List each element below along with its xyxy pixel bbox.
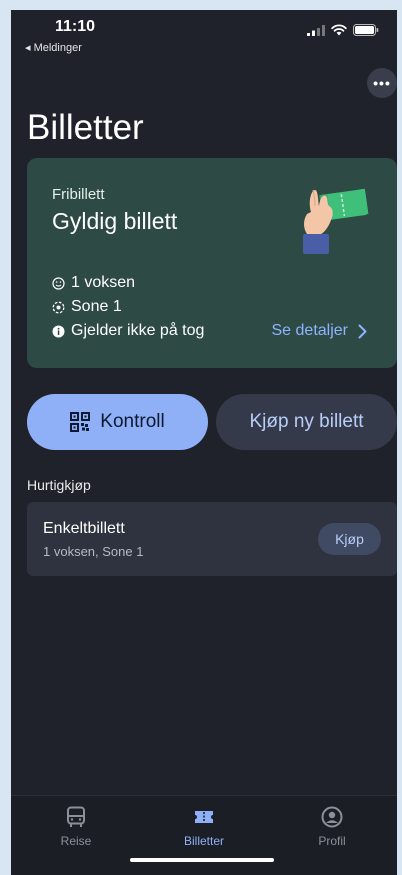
quick-buy-button[interactable]: Kjøp (318, 523, 381, 555)
more-options-button[interactable]: ••• (367, 68, 397, 98)
active-ticket-card[interactable]: Fribillett Gyldig billett 1 voksen Sone (27, 158, 397, 368)
qr-code-icon (70, 412, 91, 432)
train-notice-text: Gjelder ikke på tog (71, 322, 205, 339)
person-smile-icon (52, 276, 65, 290)
kontroll-label: Kontroll (100, 411, 165, 432)
chevron-right-icon (358, 324, 367, 338)
ticket-type: Fribillett (52, 186, 105, 203)
bus-icon (67, 806, 85, 827)
app-screen: 11:10 ◂ Meldinger ••• Billetter Fribille… (11, 10, 397, 875)
battery-icon (353, 24, 379, 36)
wifi-icon (331, 24, 347, 36)
kontroll-button[interactable]: Kontroll (27, 394, 208, 450)
buy-new-ticket-button[interactable]: Kjøp ny billett (216, 394, 397, 450)
status-bar: 11:10 ◂ Meldinger (11, 10, 397, 60)
back-to-app-link[interactable]: ◂ Meldinger (25, 41, 82, 54)
signal-icon (307, 24, 325, 36)
tab-bar: Reise Billetter Profil (11, 795, 397, 875)
see-details-link[interactable]: Se detaljer (272, 322, 368, 340)
train-notice: Gjelder ikke på tog (52, 322, 204, 340)
see-details-label: Se detaljer (271, 322, 349, 339)
profile-icon (321, 806, 343, 828)
quick-buy-item-name: Enkeltbillett (43, 520, 125, 537)
zone-icon (52, 301, 65, 314)
ticket-icon (195, 811, 213, 823)
buy-new-ticket-label: Kjøp ny billett (249, 411, 364, 432)
quick-buy-item[interactable]: Enkeltbillett 1 voksen, Sone 1 Kjøp (27, 502, 397, 576)
tab-billetter[interactable]: Billetter (154, 806, 254, 848)
hand-holding-ticket-icon (303, 188, 369, 254)
tab-profil-label: Profil (318, 834, 346, 848)
zone-text: Sone 1 (71, 298, 122, 315)
zone-info: Sone 1 (52, 298, 122, 316)
ticket-status: Gyldig billett (52, 208, 178, 234)
status-icons (307, 24, 379, 36)
passenger-info: 1 voksen (52, 274, 135, 292)
tab-profil[interactable]: Profil (282, 806, 382, 848)
home-indicator[interactable] (130, 858, 274, 862)
tab-reise[interactable]: Reise (26, 806, 126, 848)
info-icon (52, 325, 65, 338)
status-time: 11:10 (55, 18, 96, 35)
tab-billetter-label: Billetter (183, 834, 224, 848)
passenger-text: 1 voksen (71, 274, 136, 291)
page-title: Billetter (27, 108, 144, 147)
quick-buy-item-description: 1 voksen, Sone 1 (43, 544, 144, 559)
quick-buy-heading: Hurtigkjøp (27, 477, 91, 493)
tab-reise-label: Reise (60, 834, 92, 848)
